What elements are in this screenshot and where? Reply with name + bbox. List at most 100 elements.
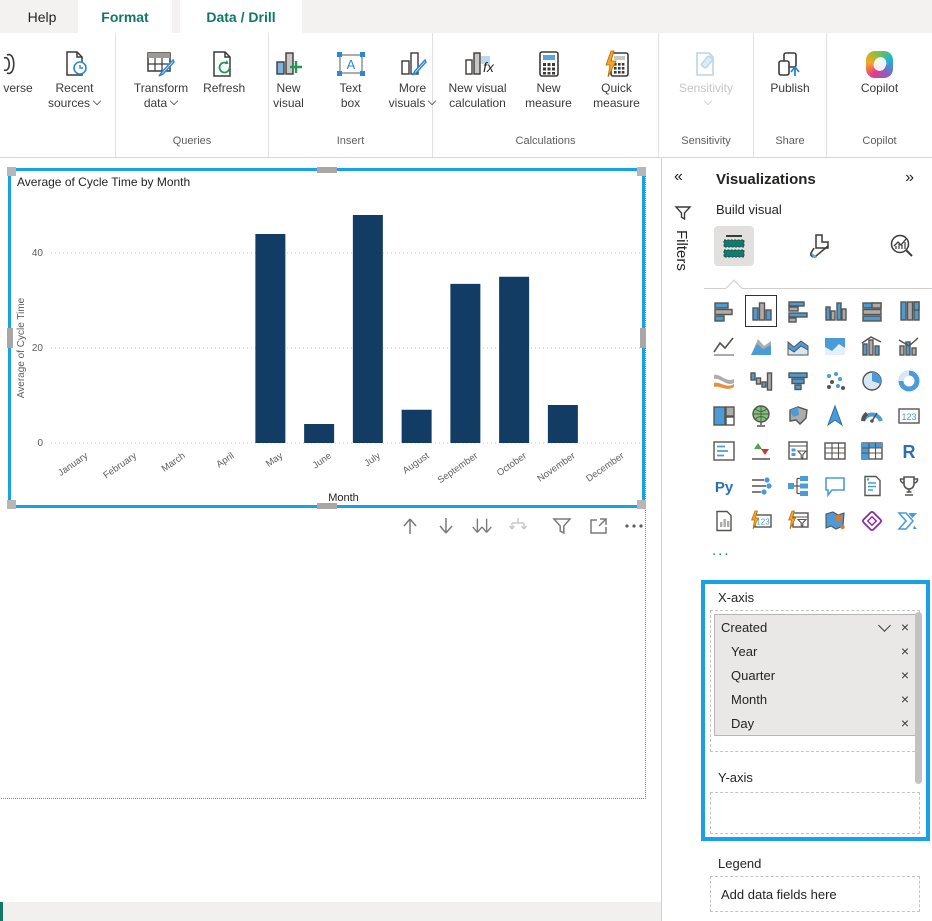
resize-handle-right[interactable]: [640, 328, 646, 348]
visual-type-stacked-column-chart[interactable]: [748, 298, 774, 324]
refresh-button[interactable]: Refresh: [194, 47, 254, 96]
publish-button[interactable]: Publish: [760, 47, 820, 96]
resize-handle-bottom[interactable]: [317, 503, 337, 509]
visual-type-paginated-report[interactable]: [711, 508, 737, 534]
visual-type-slicer-new[interactable]: [785, 508, 811, 534]
visual-type-line-and-clustered-column-chart[interactable]: [896, 333, 922, 359]
visual-type-100-stacked-bar-chart[interactable]: [859, 298, 885, 324]
x-axis-well[interactable]: Created×Year×Quarter×Month×Day×: [710, 610, 920, 752]
bar-chart-visual[interactable]: Average of Cycle Time by Month02040Avera…: [8, 168, 645, 508]
visual-type-power-apps[interactable]: [859, 508, 885, 534]
visual-type-line-and-stacked-column-chart[interactable]: [859, 333, 885, 359]
visual-type-key-influencers[interactable]: [748, 473, 774, 499]
remove-field-icon[interactable]: ×: [899, 715, 909, 731]
tab-format-visual[interactable]: [800, 226, 840, 266]
resize-handle-top-right[interactable]: [637, 167, 646, 176]
bar-november[interactable]: [548, 405, 578, 443]
tab-data-drill[interactable]: Data / Drill: [180, 0, 302, 33]
bar-august[interactable]: [402, 410, 432, 443]
visual-type-funnel-chart[interactable]: [785, 368, 811, 394]
visual-type-multi-row-card[interactable]: [711, 438, 737, 464]
resize-handle-bottom-right[interactable]: [637, 500, 646, 509]
dataverse-button[interactable]: verse: [0, 47, 42, 96]
visual-type-clustered-column-chart[interactable]: [822, 298, 848, 324]
visual-type-card-new[interactable]: 123: [748, 508, 774, 534]
resize-handle-left[interactable]: [7, 328, 13, 348]
focus-mode-icon[interactable]: [586, 514, 610, 538]
remove-field-icon[interactable]: ×: [899, 619, 909, 635]
visual-type-donut-chart[interactable]: [896, 368, 922, 394]
visual-type-r-script-visual[interactable]: R: [896, 438, 922, 464]
recent-sources-button[interactable]: Recent sources: [44, 47, 105, 111]
bar-may[interactable]: [255, 234, 285, 443]
tab-analytics[interactable]: [882, 226, 922, 266]
visual-type-clustered-bar-chart[interactable]: [785, 298, 811, 324]
visual-type-matrix[interactable]: [859, 438, 885, 464]
drill-up-icon[interactable]: [398, 514, 422, 538]
text-box-button[interactable]: A Text box: [321, 47, 381, 111]
visual-type-decomposition-tree[interactable]: [785, 473, 811, 499]
tab-help[interactable]: Help: [14, 0, 70, 33]
visual-type-kpi[interactable]: [748, 438, 774, 464]
field-row-created[interactable]: Created×: [715, 615, 915, 639]
visual-type-waterfall-chart[interactable]: [748, 368, 774, 394]
visual-type-line-chart[interactable]: [711, 333, 737, 359]
y-axis-well[interactable]: Average of Cycle Time ×: [710, 792, 920, 834]
new-visual-calculation-button[interactable]: fx New visual calculation: [444, 47, 510, 111]
filters-pane-collapsed[interactable]: « Filters: [662, 158, 704, 921]
pane-scrollbar[interactable]: [915, 612, 922, 784]
visual-type-q-and-a[interactable]: [822, 473, 848, 499]
quick-measure-button[interactable]: Quick measure: [587, 47, 647, 111]
visual-type-ribbon-chart[interactable]: [711, 368, 737, 394]
resize-handle-top-left[interactable]: [7, 167, 16, 176]
visual-type-table[interactable]: [822, 438, 848, 464]
visual-type-power-automate[interactable]: [896, 508, 922, 534]
resize-handle-top[interactable]: [317, 167, 337, 173]
visual-type-100-stacked-area-chart[interactable]: [822, 333, 848, 359]
expand-all-down-icon[interactable]: [506, 514, 530, 538]
report-canvas[interactable]: Average of Cycle Time by Month02040Avera…: [0, 158, 661, 921]
remove-field-icon[interactable]: ×: [899, 691, 909, 707]
tab-build-visual[interactable]: [714, 226, 754, 266]
bar-july[interactable]: [353, 215, 383, 443]
copilot-button[interactable]: Copilot: [850, 47, 910, 96]
visual-type-smart-narrative[interactable]: [859, 473, 885, 499]
visual-type-100-stacked-column-chart[interactable]: [896, 298, 922, 324]
field-row-day[interactable]: Day×: [715, 711, 915, 735]
visual-type-stacked-area-chart[interactable]: [785, 333, 811, 359]
get-more-visuals-button[interactable]: ...: [712, 542, 731, 559]
visual-type-arcgis-map[interactable]: [822, 403, 848, 429]
visual-type-scatter-chart[interactable]: [822, 368, 848, 394]
remove-field-icon[interactable]: ×: [899, 667, 909, 683]
sensitivity-button[interactable]: Sensitivity: [675, 47, 737, 111]
visual-type-slicer[interactable]: [785, 438, 811, 464]
transform-data-button[interactable]: Transform data: [130, 47, 192, 111]
visual-type-filled-map[interactable]: [785, 403, 811, 429]
tab-format[interactable]: Format: [78, 0, 172, 33]
drill-down-icon[interactable]: [434, 514, 458, 538]
visual-type-treemap[interactable]: [711, 403, 737, 429]
visual-type-gauge[interactable]: [859, 403, 885, 429]
collapse-pane-icon[interactable]: »: [905, 169, 914, 187]
expand-filters-icon[interactable]: «: [674, 168, 683, 186]
visual-type-map[interactable]: [748, 403, 774, 429]
remove-field-icon[interactable]: ×: [899, 643, 909, 659]
field-dropdown-chevron-icon[interactable]: [878, 619, 891, 632]
new-visual-button[interactable]: New visual: [259, 47, 319, 111]
field-row-month[interactable]: Month×: [715, 687, 915, 711]
new-measure-button[interactable]: New measure: [519, 47, 579, 111]
visual-type-python-visual[interactable]: Py: [711, 473, 737, 499]
bar-september[interactable]: [450, 284, 480, 443]
visual-type-card[interactable]: 123: [896, 403, 922, 429]
visual-type-azure-map[interactable]: [822, 508, 848, 534]
field-row-year[interactable]: Year×: [715, 639, 915, 663]
field-row-quarter[interactable]: Quarter×: [715, 663, 915, 687]
visual-type-metrics[interactable]: [896, 473, 922, 499]
resize-handle-bottom-left[interactable]: [7, 500, 16, 509]
bar-october[interactable]: [499, 277, 529, 443]
visual-type-area-chart[interactable]: [748, 333, 774, 359]
filters-icon[interactable]: [550, 514, 574, 538]
visual-type-pie-chart[interactable]: [859, 368, 885, 394]
legend-well[interactable]: Add data fields here: [710, 876, 920, 912]
more-options-icon[interactable]: [622, 514, 646, 538]
